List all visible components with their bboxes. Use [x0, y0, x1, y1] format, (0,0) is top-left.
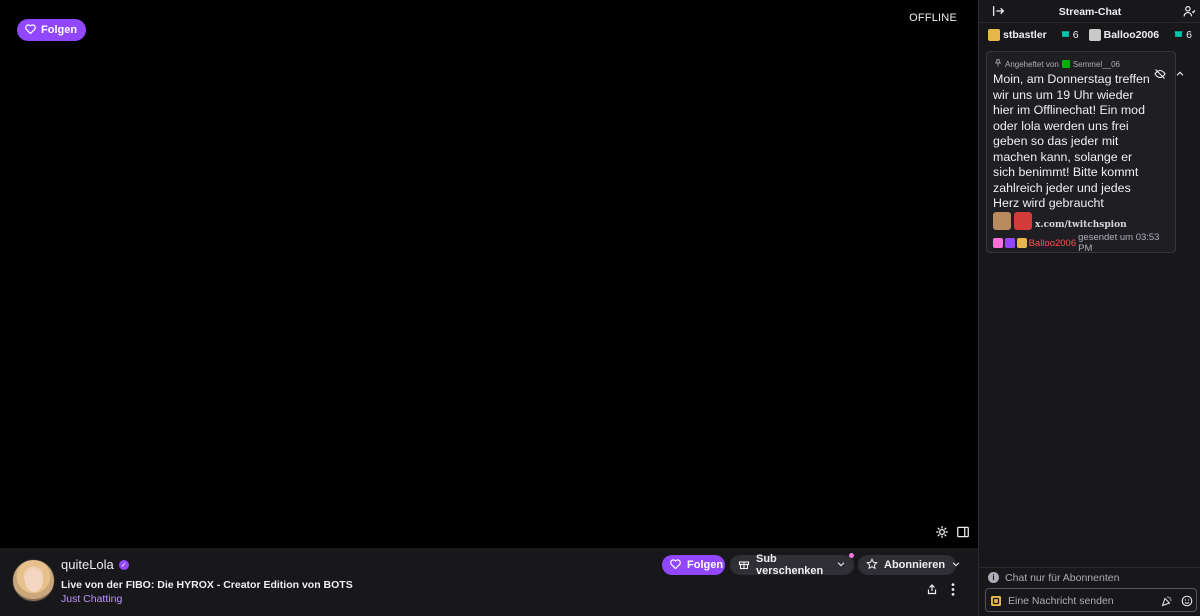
chevron-down-icon — [836, 559, 846, 572]
gifter-name: stbastler — [1003, 29, 1047, 41]
chat-title: Stream-Chat — [1058, 6, 1122, 18]
player-follow-label: Folgen — [41, 24, 78, 36]
gifter-item[interactable]: Balloo2006 — [1088, 29, 1160, 41]
more-options-icon[interactable] — [945, 581, 961, 597]
pinned-by-name: Semmel__06 — [1072, 59, 1120, 69]
pinned-by: Angeheftet von Semmel__06 — [994, 59, 1120, 69]
star-icon — [866, 557, 878, 573]
emote — [1014, 212, 1032, 230]
chevron-down-icon — [951, 559, 961, 572]
emote-row — [993, 212, 1032, 230]
gift-icon — [738, 558, 750, 573]
badge-icon[interactable] — [989, 594, 1002, 607]
subscribe-button[interactable]: Abonnieren — [858, 555, 960, 575]
settings-gear-icon[interactable] — [934, 524, 950, 540]
gift-icon — [1174, 29, 1183, 41]
sub-only-text: Chat nur für Abonnenten — [1005, 571, 1120, 584]
prime-badge — [1004, 238, 1015, 248]
chevron-up-icon[interactable] — [1174, 68, 1186, 80]
stream-title: Live von der FIBO: Die HYROX - Creator E… — [61, 579, 353, 591]
gift-count: 6 — [1174, 29, 1192, 41]
heart-icon — [25, 23, 36, 37]
share-icon[interactable] — [924, 581, 940, 597]
chat-panel: Stream-Chat stbastler 6 Balloo2006 6 Ang… — [978, 0, 1200, 616]
gift-sub-button[interactable]: Sub verschenken — [730, 553, 854, 577]
pinned-by-prefix: Angeheftet von — [1005, 59, 1059, 69]
subscribe-label: Abonnieren — [884, 559, 946, 571]
pin-icon — [994, 59, 1002, 69]
chat-header: Stream-Chat — [979, 0, 1200, 23]
notification-dot — [849, 553, 854, 558]
verified-icon: ✓ — [118, 559, 129, 570]
hide-eye-icon[interactable] — [1154, 68, 1166, 80]
gifter-badge — [1016, 238, 1027, 248]
follow-button[interactable]: Folgen — [662, 555, 725, 575]
sub-only-notice: i Chat nur für Abonnenten — [979, 567, 1200, 587]
gift-count: 6 — [1061, 29, 1079, 41]
community-icon[interactable] — [1182, 4, 1196, 18]
info-icon: i — [988, 572, 999, 583]
watermark-text: x.com/twitchspion — [1035, 220, 1127, 230]
gifter-item[interactable]: stbastler — [988, 29, 1047, 41]
pinned-message-text: Moin, am Donnerstag treffen wir uns um 1… — [993, 72, 1150, 210]
sender-name[interactable]: Balloo2006 — [1029, 238, 1077, 249]
channel-name[interactable]: quiteLola — [61, 557, 114, 572]
chat-input[interactable] — [1008, 593, 1138, 608]
party-popper-icon[interactable] — [1160, 594, 1173, 607]
gift-sub-label: Sub verschenken — [756, 553, 824, 577]
pinned-footer: Balloo2006 gesendet um 03:53 PM — [993, 232, 1175, 254]
category-link[interactable]: Just Chatting — [61, 593, 122, 605]
gift-count-value: 6 — [1186, 29, 1192, 41]
gifter-avatar — [988, 29, 1000, 41]
sub-badge — [993, 238, 1003, 248]
emoji-icon[interactable] — [1180, 594, 1193, 607]
follow-label: Folgen — [687, 559, 724, 571]
offline-indicator: OFFLINE — [909, 12, 957, 24]
moderator-badge — [1061, 60, 1070, 68]
gifter-avatar — [1088, 29, 1101, 41]
gift-icon — [1061, 29, 1070, 41]
player-follow-button[interactable]: Folgen — [17, 19, 87, 41]
channel-name-row: quiteLola ✓ — [61, 557, 129, 572]
theatre-mode-icon[interactable] — [955, 524, 971, 540]
sent-time: gesendet um 03:53 PM — [1078, 232, 1160, 254]
pinned-message: Angeheftet von Semmel__06 Moin, am Donne… — [986, 51, 1184, 254]
chat-input-box[interactable] — [985, 588, 1197, 612]
heart-icon — [670, 558, 681, 572]
video-player[interactable]: Folgen OFFLINE — [0, 0, 978, 548]
channel-info-bar: quiteLola ✓ Live von der FIBO: Die HYROX… — [0, 548, 978, 616]
channel-avatar[interactable] — [12, 559, 55, 602]
gift-count-value: 6 — [1072, 29, 1079, 41]
gift-leaderboard: stbastler 6 Balloo2006 6 — [979, 24, 1200, 46]
emote — [993, 212, 1011, 230]
gifter-name: Balloo2006 — [1103, 29, 1160, 41]
